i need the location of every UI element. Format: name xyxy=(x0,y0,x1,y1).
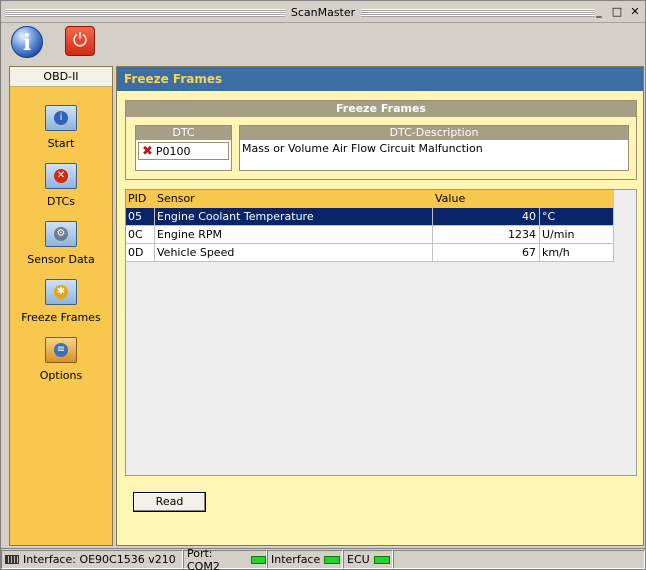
status-link-panel: Interface xyxy=(267,550,343,569)
table-row[interactable]: 05 Engine Coolant Temperature 40 °C xyxy=(126,208,614,226)
sidebar-item-label: Start xyxy=(47,137,75,150)
dtc-description-header: DTC-Description xyxy=(240,126,628,140)
sidebar-item-label: Freeze Frames xyxy=(21,311,101,324)
status-port-text: Port: COM2 xyxy=(187,546,220,570)
column-header-pid[interactable]: PID xyxy=(126,190,155,208)
freeze-frame-icon: ✱ xyxy=(45,279,77,305)
minimize-icon[interactable]: _ xyxy=(593,5,605,19)
sidebar-item-options[interactable]: ≡ Options xyxy=(10,337,112,382)
sidebar-item-label: Sensor Data xyxy=(27,253,95,266)
sidebar-header: OBD-II xyxy=(10,67,112,87)
cell-pid: 05 xyxy=(126,208,155,225)
sidebar-item-sensor-data[interactable]: ⚙ Sensor Data xyxy=(10,221,112,266)
status-interface-text: Interface: OE90C1536 v210 xyxy=(23,553,176,566)
close-icon[interactable]: ✕ xyxy=(629,5,641,19)
sidebar-item-label: Options xyxy=(39,369,83,382)
cell-unit: U/min xyxy=(540,226,614,243)
column-header-sensor[interactable]: Sensor xyxy=(155,190,433,208)
cell-value: 40 xyxy=(433,208,540,225)
port-status-led xyxy=(250,555,266,564)
error-x-icon: ✖ xyxy=(142,143,153,159)
dtc-icon: ✕ xyxy=(45,163,77,189)
dtc-box: DTC ✖ P0100 xyxy=(135,125,232,171)
info-button[interactable]: i xyxy=(11,26,43,58)
ecu-status-led xyxy=(373,555,390,564)
cell-pid: 0D xyxy=(126,244,155,261)
status-ecu-label: ECU xyxy=(347,553,370,566)
status-bar: Interface: OE90C1536 v210 Port: COM2 Int… xyxy=(1,546,645,570)
info-icon: i xyxy=(22,30,32,56)
status-ecu-panel: ECU xyxy=(343,550,393,569)
options-icon: ≡ xyxy=(45,337,77,363)
dtc-description-box: DTC-Description Mass or Volume Air Flow … xyxy=(239,125,629,171)
cell-pid: 0C xyxy=(126,226,155,243)
dtc-item[interactable]: ✖ P0100 xyxy=(138,142,229,160)
gear-icon: ⚙ xyxy=(45,221,77,247)
sidebar-item-dtcs[interactable]: ✕ DTCs xyxy=(10,163,112,208)
freeze-frame-table[interactable]: PID Sensor Value 05 Engine Coolant Tempe… xyxy=(125,189,637,476)
status-port-panel: Port: COM2 xyxy=(183,546,267,570)
power-button[interactable]: ⏻ xyxy=(65,26,95,56)
column-header-unit[interactable] xyxy=(540,190,614,208)
sidebar: OBD-II i Start ✕ DTCs ⚙ Sensor Data ✱ Fr… xyxy=(9,66,113,546)
sidebar-item-start[interactable]: i Start xyxy=(10,105,112,150)
status-empty-panel xyxy=(393,550,645,569)
info-icon: i xyxy=(45,105,77,131)
window-title: ScanMaster xyxy=(284,5,362,20)
cell-sensor: Engine RPM xyxy=(155,226,433,243)
interface-cable-icon xyxy=(5,555,19,564)
title-bar[interactable]: ScanMaster _ □ ✕ xyxy=(1,3,645,23)
status-interface-label: Interface xyxy=(271,553,321,566)
app-window: ScanMaster _ □ ✕ i ⏻ OBD-II i Start ✕ DT… xyxy=(0,0,646,570)
cell-unit: km/h xyxy=(540,244,614,261)
table-header: PID Sensor Value xyxy=(126,190,614,208)
freeze-frames-caption: Freeze Frames xyxy=(126,101,636,117)
cell-sensor: Vehicle Speed xyxy=(155,244,433,261)
window-controls: _ □ ✕ xyxy=(593,5,641,19)
interface-status-led xyxy=(324,555,341,564)
dtc-code: P0100 xyxy=(155,144,191,158)
table-row[interactable]: 0C Engine RPM 1234 U/min xyxy=(126,226,614,244)
power-icon: ⏻ xyxy=(72,30,88,51)
maximize-icon[interactable]: □ xyxy=(611,5,623,19)
toolbar: i ⏻ xyxy=(1,23,645,63)
freeze-frames-panel: Freeze Frames DTC ✖ P0100 DTC-Descriptio… xyxy=(125,100,637,180)
sidebar-item-label: DTCs xyxy=(47,195,75,208)
table-row[interactable]: 0D Vehicle Speed 67 km/h xyxy=(126,244,614,262)
read-button[interactable]: Read xyxy=(133,492,206,512)
cell-sensor: Engine Coolant Temperature xyxy=(155,208,433,225)
cell-value: 67 xyxy=(433,244,540,261)
sidebar-item-freeze-frames[interactable]: ✱ Freeze Frames xyxy=(10,279,112,324)
dtc-description-text: Mass or Volume Air Flow Circuit Malfunct… xyxy=(242,142,483,155)
page-title: Freeze Frames xyxy=(117,67,643,91)
dtc-header: DTC xyxy=(136,126,231,140)
column-header-value[interactable]: Value xyxy=(433,190,540,208)
status-interface-panel: Interface: OE90C1536 v210 xyxy=(1,550,183,569)
main-content: Freeze Frames Freeze Frames DTC ✖ P0100 … xyxy=(116,66,644,546)
cell-value: 1234 xyxy=(433,226,540,243)
cell-unit: °C xyxy=(540,208,614,225)
